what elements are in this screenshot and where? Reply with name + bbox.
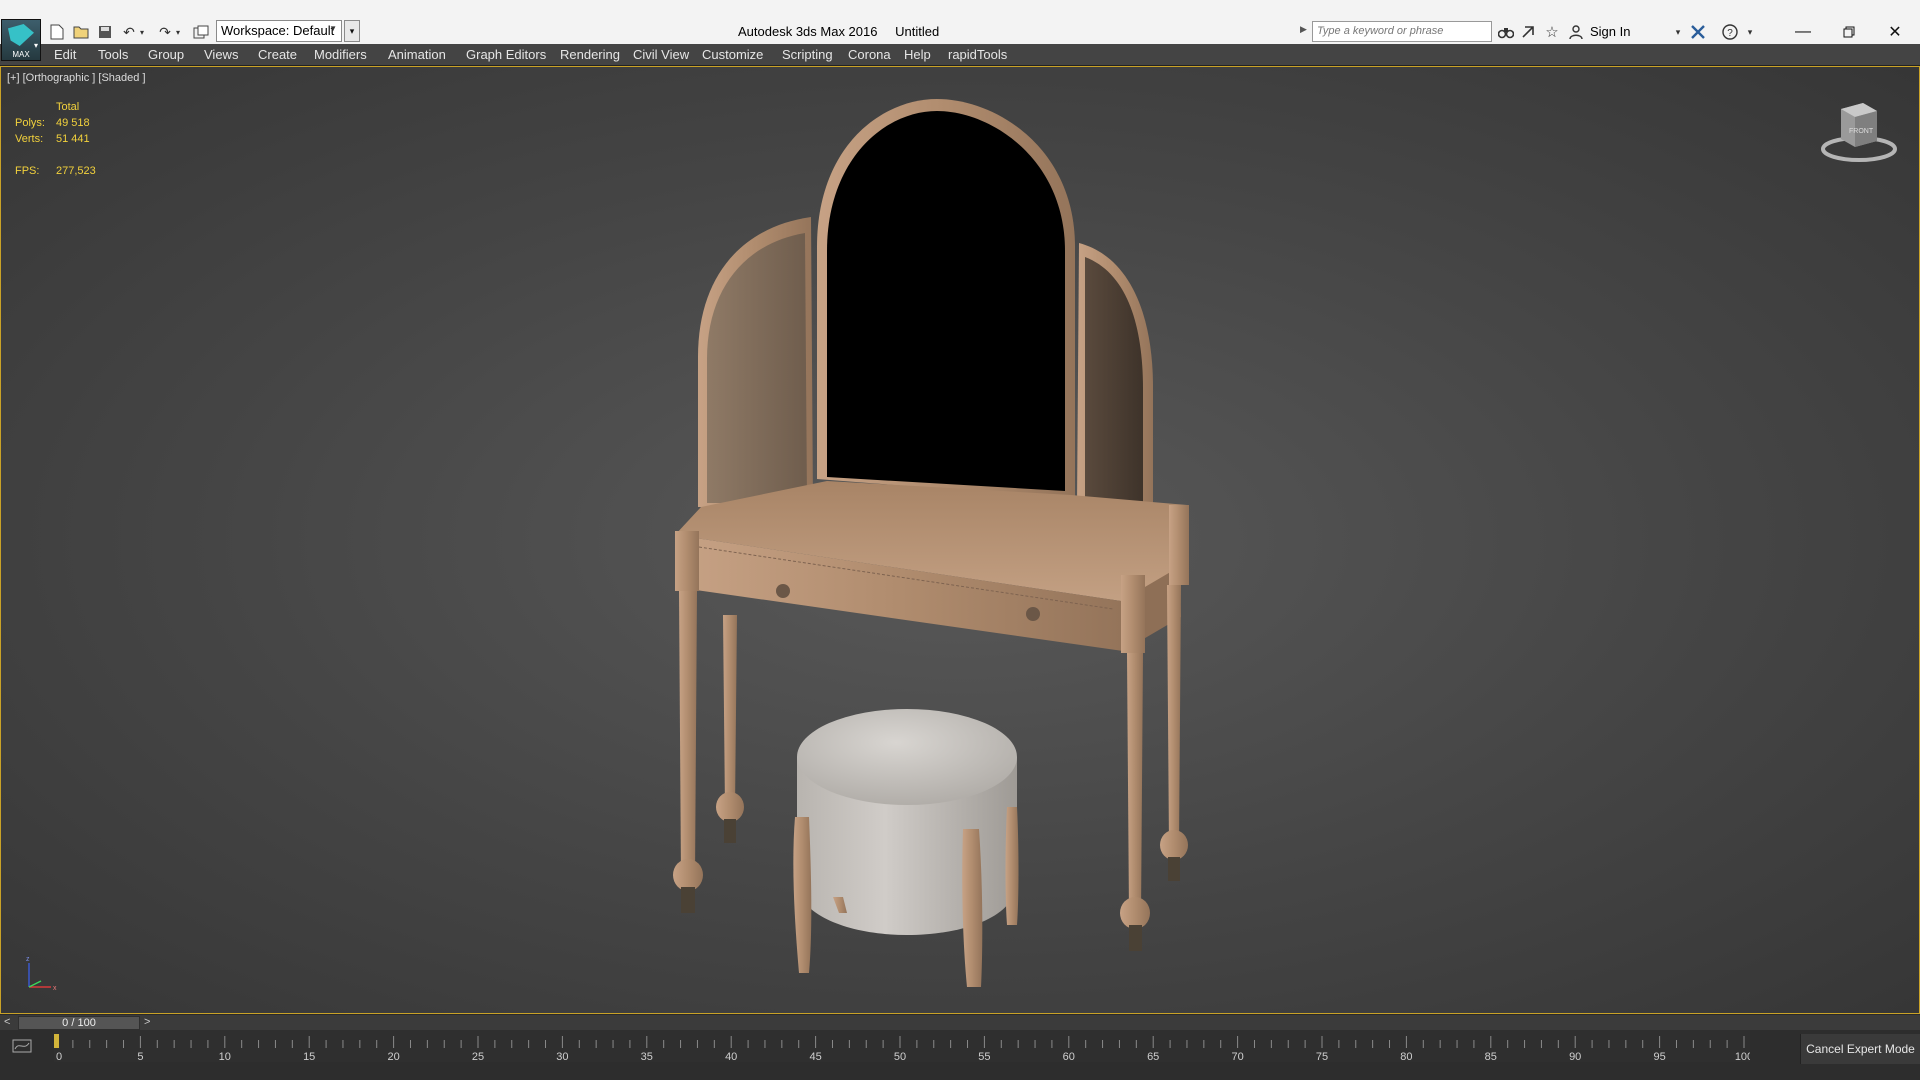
tick-label: 65	[1147, 1051, 1159, 1062]
tick-label: 35	[641, 1051, 653, 1062]
app-menu-button[interactable]: ▾ MAX	[1, 19, 41, 61]
time-slider[interactable]: 0 / 100	[18, 1016, 140, 1030]
viewcube-icon[interactable]: FRONT	[1819, 97, 1899, 167]
binoculars-icon[interactable]	[1496, 22, 1516, 42]
menu-rapidtools[interactable]: rapidTools	[948, 47, 1007, 62]
help-icon[interactable]: ?	[1720, 22, 1740, 42]
menu-modifiers[interactable]: Modifiers	[314, 47, 367, 62]
previous-frame-button[interactable]: <	[4, 1016, 10, 1028]
drawer-knob-left	[776, 584, 790, 598]
menu-corona[interactable]: Corona	[848, 47, 891, 62]
favorites-star-icon[interactable]: ☆	[1542, 22, 1562, 42]
perspective-viewport[interactable]: [+] [Orthographic ] [Shaded ] Total Poly…	[0, 66, 1920, 1014]
redo-dropdown-icon[interactable]: ▾	[172, 22, 184, 42]
menu-edit[interactable]: Edit	[54, 47, 76, 62]
logo-text: MAX	[12, 50, 30, 59]
table-leg	[679, 591, 697, 877]
stool-leg	[1005, 807, 1019, 925]
table-leg	[723, 615, 737, 809]
open-file-icon[interactable]	[70, 22, 92, 42]
drawer-knob-right	[1026, 607, 1040, 621]
tick-label: 45	[809, 1051, 821, 1062]
tick-label: 55	[978, 1051, 990, 1062]
undo-dropdown-icon[interactable]: ▾	[136, 22, 148, 42]
time-slider-bar: < 0 / 100 >	[0, 1014, 1920, 1030]
workspace-menu-button[interactable]: ▾	[344, 20, 360, 42]
stool	[793, 709, 1019, 987]
menu-graph-editors[interactable]: Graph Editors	[466, 47, 546, 62]
workspace-label: Workspace: Default	[221, 23, 335, 38]
tick-label: 85	[1485, 1051, 1497, 1062]
menu-views[interactable]: Views	[204, 47, 238, 62]
save-icon[interactable]	[94, 22, 116, 42]
chevron-down-icon: ▼	[329, 24, 337, 33]
trackbar: 0 5 10 15 20 25 30 35 40 45 50 55 60 65 70 75 80 85 90 95 10…	[0, 1030, 1920, 1080]
menu-tools[interactable]: Tools	[98, 47, 128, 62]
menu-animation[interactable]: Animation	[388, 47, 446, 62]
new-file-icon[interactable]	[46, 22, 68, 42]
tick-label: 50	[894, 1051, 906, 1062]
communication-center-icon[interactable]	[1518, 22, 1538, 42]
center-mirror	[817, 99, 1075, 499]
z-axis-label: z	[26, 956, 30, 963]
user-icon[interactable]	[1566, 22, 1586, 42]
table-leg	[1167, 585, 1181, 847]
window-title: Autodesk 3ds Max 2016 Untitled	[738, 24, 953, 39]
menu-create[interactable]: Create	[258, 47, 297, 62]
chevron-down-icon: ▾	[33, 41, 38, 50]
curve-editor-icon[interactable]	[12, 1038, 32, 1054]
tick-label: 30	[556, 1051, 568, 1062]
viewcube-label: FRONT	[1849, 128, 1874, 135]
tick-label: 40	[725, 1051, 737, 1062]
x-axis-label: x	[53, 985, 57, 992]
menu-group[interactable]: Group	[148, 47, 184, 62]
menu-customize[interactable]: Customize	[702, 47, 763, 62]
tick-label: 25	[472, 1051, 484, 1062]
menu-scripting[interactable]: Scripting	[782, 47, 833, 62]
minimize-button[interactable]: —	[1780, 18, 1826, 46]
tick-label: 0	[56, 1051, 62, 1062]
tick-label: 15	[303, 1051, 315, 1062]
3ds-max-logo-icon	[8, 24, 34, 46]
tick-label: 60	[1063, 1051, 1075, 1062]
stool-leg	[793, 817, 812, 973]
table-leg	[1127, 653, 1143, 915]
help-dropdown-icon[interactable]: ▾	[1740, 22, 1760, 42]
tick-label: 100	[1735, 1051, 1750, 1062]
axis-tripod-icon: z x	[26, 956, 57, 992]
tick-label: 70	[1231, 1051, 1243, 1062]
title-bar: ↶ ▾ ↷ ▾ Workspace: Default ▼ ▾ Autodesk …	[0, 0, 1920, 46]
app-title: Autodesk 3ds Max 2016	[738, 24, 878, 39]
search-expand-icon[interactable]: ▶	[1300, 24, 1307, 35]
menu-help[interactable]: Help	[904, 47, 931, 62]
menu-bar: Edit Tools Group Views Create Modifiers …	[0, 44, 1920, 66]
tick-label: 75	[1316, 1051, 1328, 1062]
tick-label: 10	[219, 1051, 231, 1062]
tick-label: 20	[387, 1051, 399, 1062]
tick-label: 5	[137, 1051, 143, 1062]
next-frame-button[interactable]: >	[144, 1016, 150, 1028]
tick-label: 95	[1653, 1051, 1665, 1062]
menu-rendering[interactable]: Rendering	[560, 47, 620, 62]
stool-leg	[962, 829, 983, 987]
sign-in-link[interactable]: Sign In	[1590, 24, 1630, 39]
time-marker[interactable]	[54, 1034, 59, 1048]
sign-in-dropdown-icon[interactable]: ▾	[1668, 22, 1688, 42]
document-title: Untitled	[895, 24, 940, 39]
menu-civil-view[interactable]: Civil View	[633, 47, 689, 62]
tick-label: 80	[1400, 1051, 1412, 1062]
autodesk-exchange-icon[interactable]	[1688, 22, 1708, 42]
project-folder-icon[interactable]	[190, 22, 212, 42]
scene-render[interactable]	[1, 67, 1919, 1013]
workspace-select[interactable]: Workspace: Default ▼	[216, 20, 342, 42]
left-mirror-panel	[698, 217, 813, 507]
close-button[interactable]: ✕	[1872, 18, 1918, 46]
cancel-expert-mode-button[interactable]: Cancel Expert Mode	[1800, 1034, 1920, 1064]
svg-text:?: ?	[1727, 28, 1733, 39]
track-ruler[interactable]: 0 5 10 15 20 25 30 35 40 45 50 55 60 65 70 75 80 85 90 95 10…	[54, 1030, 1750, 1062]
search-input[interactable]: Type a keyword or phrase	[1312, 21, 1492, 42]
restore-button[interactable]	[1826, 18, 1872, 46]
tick-label: 90	[1569, 1051, 1581, 1062]
